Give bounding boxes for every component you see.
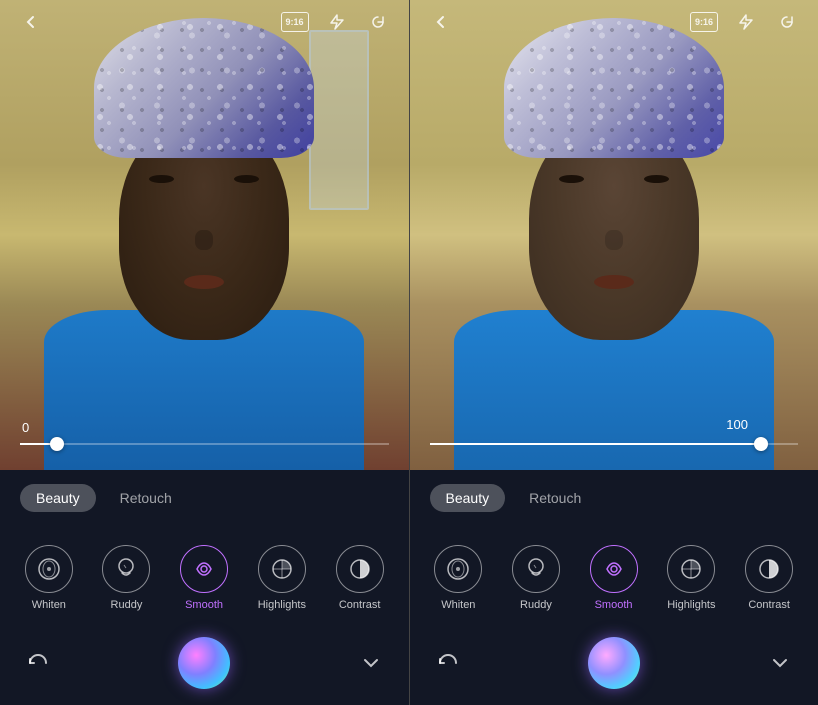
contrast-icon-right <box>745 545 793 593</box>
smooth-icon-left <box>180 545 228 593</box>
tool-smooth-left[interactable]: Smooth <box>180 545 228 611</box>
tool-smooth-right[interactable]: Smooth <box>590 545 638 611</box>
highlights-icon-right <box>667 545 715 593</box>
tab-beauty-left[interactable]: Beauty <box>20 484 96 512</box>
left-top-bar: 9:16 <box>0 0 409 44</box>
tool-contrast-right[interactable]: Contrast <box>745 545 793 611</box>
left-tabs: Beauty Retouch <box>0 470 409 520</box>
chevron-down-icon-left[interactable] <box>353 645 389 681</box>
slider-track-right[interactable] <box>430 443 799 445</box>
reset-icon-left[interactable] <box>20 645 56 681</box>
tool-whiten-left[interactable]: Whiten <box>25 545 73 611</box>
tool-ruddy-right[interactable]: Ruddy <box>512 545 560 611</box>
left-bottom-area: Beauty Retouch Whiten <box>0 470 409 705</box>
left-panel: 9:16 0 B <box>0 0 409 705</box>
left-bottom-actions <box>0 625 409 705</box>
tool-whiten-right[interactable]: Whiten <box>434 545 482 611</box>
right-top-bar: 9:16 <box>410 0 818 44</box>
back-icon[interactable] <box>16 7 46 37</box>
tool-label-whiten-right: Whiten <box>441 599 475 611</box>
tool-label-highlights-right: Highlights <box>667 599 715 611</box>
tool-highlights-left[interactable]: Highlights <box>258 545 306 611</box>
aspect-ratio-badge[interactable]: 9:16 <box>281 12 309 32</box>
ruddy-icon-left <box>102 545 150 593</box>
tool-ruddy-left[interactable]: Ruddy <box>102 545 150 611</box>
rotate-icon-right[interactable] <box>772 7 802 37</box>
right-photo: 9:16 100 <box>410 0 818 470</box>
right-tools-row: Whiten Ruddy <box>410 520 818 625</box>
tool-label-whiten-left: Whiten <box>32 599 66 611</box>
tab-retouch-left[interactable]: Retouch <box>104 484 188 512</box>
slider-thumb-right[interactable] <box>754 437 768 451</box>
tool-label-ruddy-left: Ruddy <box>111 599 143 611</box>
right-panel: 9:16 100 <box>410 0 818 705</box>
tab-retouch-right[interactable]: Retouch <box>513 484 597 512</box>
aspect-ratio-badge-right[interactable]: 9:16 <box>690 12 718 32</box>
slider-track-left[interactable] <box>20 443 389 445</box>
tool-highlights-right[interactable]: Highlights <box>667 545 715 611</box>
contrast-icon-left <box>336 545 384 593</box>
tool-label-smooth-right: Smooth <box>595 599 633 611</box>
tool-label-highlights-left: Highlights <box>258 599 306 611</box>
tool-label-contrast-right: Contrast <box>748 599 790 611</box>
tool-label-smooth-left: Smooth <box>185 599 223 611</box>
top-right-icons: 9:16 <box>281 7 393 37</box>
slider-value-left: 0 <box>22 420 29 435</box>
ruddy-icon-right <box>512 545 560 593</box>
slider-value-right: 100 <box>726 417 748 432</box>
tab-beauty-right[interactable]: Beauty <box>430 484 506 512</box>
tool-contrast-left[interactable]: Contrast <box>336 545 384 611</box>
smooth-icon-right <box>590 545 638 593</box>
holo-ball-right[interactable] <box>588 637 640 689</box>
left-photo: 9:16 0 <box>0 0 409 470</box>
right-tabs: Beauty Retouch <box>410 470 818 520</box>
holo-ball-left[interactable] <box>178 637 230 689</box>
highlights-icon-left <box>258 545 306 593</box>
window-detail <box>309 30 369 210</box>
whiten-icon-left <box>25 545 73 593</box>
rotate-icon[interactable] <box>363 7 393 37</box>
right-bottom-area: Beauty Retouch Whiten <box>410 470 818 705</box>
slider-thumb-left[interactable] <box>50 437 64 451</box>
right-bottom-actions <box>410 625 818 705</box>
left-tools-row: Whiten Ruddy <box>0 520 409 625</box>
chevron-down-icon-right[interactable] <box>762 645 798 681</box>
flash-icon[interactable] <box>321 7 351 37</box>
reset-icon-right[interactable] <box>430 645 466 681</box>
slider-fill-right <box>430 443 762 445</box>
tool-label-ruddy-right: Ruddy <box>520 599 552 611</box>
tool-label-contrast-left: Contrast <box>339 599 381 611</box>
whiten-icon-right <box>434 545 482 593</box>
back-icon-right[interactable] <box>426 7 456 37</box>
top-right-icons-right: 9:16 <box>690 7 802 37</box>
flash-icon-right[interactable] <box>730 7 760 37</box>
